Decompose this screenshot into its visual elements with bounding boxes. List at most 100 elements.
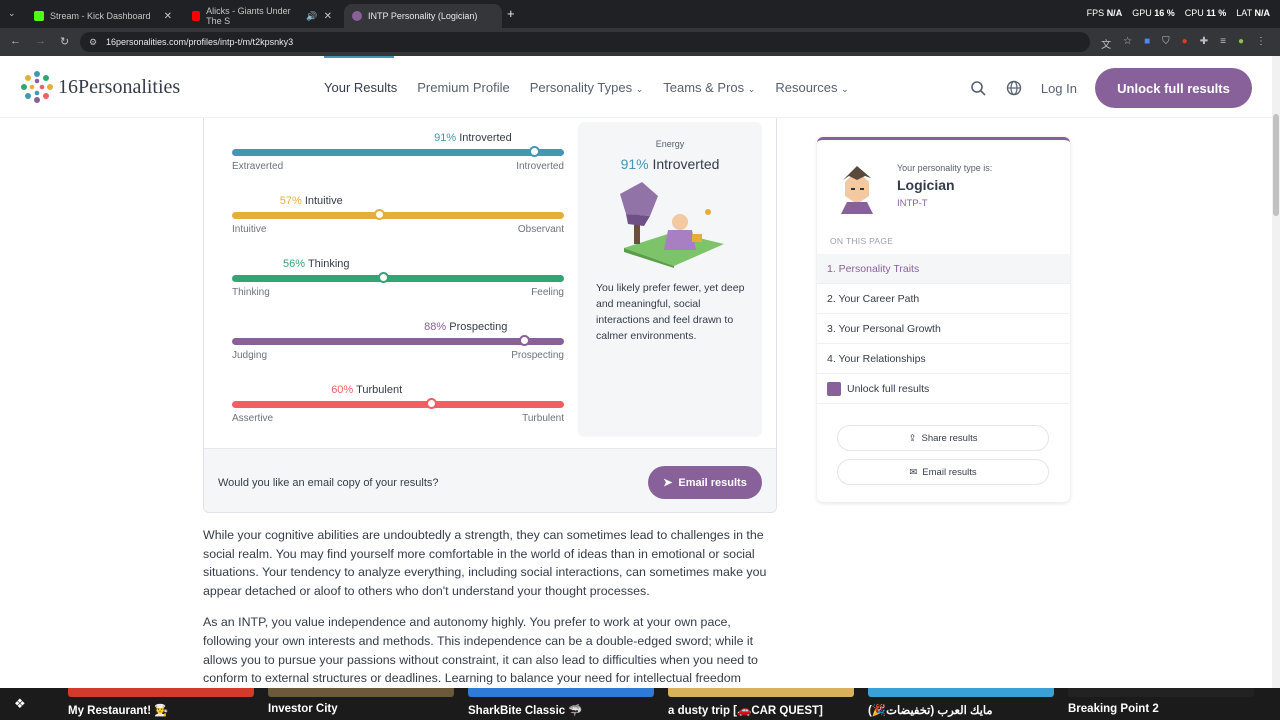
trait-heading: 91% Introverted bbox=[434, 132, 512, 144]
email-results-button[interactable]: ➤ Email results bbox=[648, 466, 762, 499]
taskbar-game[interactable]: Investor City bbox=[268, 688, 454, 720]
taskbar-game[interactable]: a dusty trip [🚗CAR QUEST] bbox=[668, 688, 854, 720]
trait-introverted: 91% Introverted Extraverted Introverted bbox=[232, 132, 564, 182]
toc-personality-traits[interactable]: 1. Personality Traits bbox=[817, 254, 1070, 284]
new-tab-button[interactable]: + bbox=[507, 6, 515, 21]
login-link[interactable]: Log In bbox=[1041, 81, 1077, 96]
taskbar-game[interactable]: مايك العرب (تخفيضات🎉) bbox=[868, 688, 1054, 720]
energy-result: 91% Introverted bbox=[620, 156, 720, 172]
article-paragraph: While your cognitive abilities are undou… bbox=[203, 528, 767, 598]
shield-icon[interactable]: ⛉ bbox=[1162, 36, 1170, 51]
taskbar-game[interactable]: SharkBite Classic 🦈 bbox=[468, 688, 654, 720]
trait-marker bbox=[425, 398, 437, 409]
nav-buttons: ← → ↻ bbox=[10, 35, 69, 48]
trait-left-label: Extraverted bbox=[232, 161, 284, 172]
trait-right-label: Prospecting bbox=[511, 350, 564, 361]
extension-icons: 文 ☆ ■ ⛉ ● ✚ ≡ ● ⋮ bbox=[1101, 36, 1266, 51]
close-tab-icon[interactable]: ✕ bbox=[164, 11, 172, 22]
browser-tab-kick[interactable]: Stream - Kick Dashboard ✕ bbox=[26, 4, 180, 28]
trait-right-label: Introverted bbox=[516, 161, 564, 172]
active-nav-indicator bbox=[324, 56, 394, 58]
game-title: My Restaurant! 🧑‍🍳 bbox=[68, 705, 169, 717]
profile-avatar-icon[interactable]: ● bbox=[1238, 36, 1244, 51]
trait-right-label: Observant bbox=[517, 224, 564, 235]
trait-heading: 60% Turbulent bbox=[331, 384, 403, 396]
chevron-down-icon: ⌄ bbox=[841, 84, 849, 94]
trait-left-label: Assertive bbox=[232, 413, 274, 424]
trait-bar bbox=[232, 149, 564, 156]
close-tab-icon[interactable]: ✕ bbox=[324, 11, 332, 22]
site-info-icon[interactable]: ⚙ bbox=[89, 37, 97, 48]
trait-marker bbox=[528, 146, 540, 157]
nav-your-results[interactable]: Your Results bbox=[324, 80, 397, 95]
main-nav: Your Results Premium Profile Personality… bbox=[324, 80, 849, 95]
back-icon[interactable]: ← bbox=[10, 35, 21, 48]
windows-icon[interactable]: ❖ bbox=[14, 696, 26, 712]
address-bar[interactable]: ⚙ 16personalities.com/profiles/intp-t/m/… bbox=[80, 32, 1090, 52]
logo-text: 16Personalities bbox=[58, 75, 181, 98]
email-question: Would you like an email copy of your res… bbox=[218, 477, 439, 489]
toc-personal-growth[interactable]: 3. Your Personal Growth bbox=[817, 314, 1070, 344]
results-sidebar: Your personality type is: Logician INTP-… bbox=[817, 137, 1070, 502]
nav-teams-pros[interactable]: Teams & Pros ⌄ bbox=[663, 80, 755, 95]
logician-avatar-icon bbox=[841, 166, 873, 214]
search-icon[interactable] bbox=[969, 79, 987, 97]
toc-career-path[interactable]: 2. Your Career Path bbox=[817, 284, 1070, 314]
taskbar-game[interactable]: Breaking Point 2 bbox=[1068, 688, 1254, 720]
playlist-icon[interactable]: ≡ bbox=[1220, 36, 1226, 51]
puzzle-icon[interactable]: ✚ bbox=[1200, 36, 1208, 51]
browser-tab-youtube[interactable]: Alicks - Giants Under The S 🔊 ✕ bbox=[184, 4, 340, 28]
share-results-button[interactable]: ⇪ Share results bbox=[837, 425, 1049, 451]
16personalities-logo-icon bbox=[21, 71, 53, 103]
translate-icon[interactable]: 文 bbox=[1101, 36, 1111, 51]
trait-left-label: Thinking bbox=[232, 287, 270, 298]
trait-intuitive: 57% Intuitive Intuitive Observant bbox=[232, 195, 564, 245]
extension-icon[interactable]: ■ bbox=[1144, 36, 1150, 51]
traits-card: 91% Introverted Extraverted Introverted 57%… bbox=[203, 118, 777, 513]
nav-personality-types[interactable]: Personality Types ⌄ bbox=[530, 80, 644, 95]
forward-icon[interactable]: → bbox=[35, 35, 46, 48]
nav-premium-profile[interactable]: Premium Profile bbox=[417, 80, 509, 95]
game-title: SharkBite Classic 🦈 bbox=[468, 705, 583, 717]
bookmark-star-icon[interactable]: ☆ bbox=[1123, 36, 1132, 51]
sidebar-email-results-button[interactable]: ✉ Email results bbox=[837, 459, 1049, 485]
trait-turbulent: 60% Turbulent Assertive Turbulent bbox=[232, 384, 564, 434]
speaker-icon[interactable]: 🔊 bbox=[306, 11, 317, 22]
game-thumbnail bbox=[1068, 688, 1254, 697]
game-thumbnail bbox=[868, 688, 1054, 697]
unlock-full-results-button[interactable]: Unlock full results bbox=[1095, 68, 1252, 108]
scrollbar-thumb[interactable] bbox=[1273, 114, 1279, 216]
header-actions: Log In Unlock full results bbox=[969, 68, 1252, 108]
browser-tab-16personalities[interactable]: INTP Personality (Logician) | 16 bbox=[344, 4, 502, 28]
mail-icon: ✉ bbox=[909, 466, 918, 478]
email-copy-row: Would you like an email copy of your res… bbox=[204, 448, 776, 512]
url-text: 16personalities.com/profiles/intp-t/m/t2… bbox=[106, 37, 294, 47]
nav-resources[interactable]: Resources ⌄ bbox=[775, 80, 848, 95]
game-thumbnail bbox=[668, 688, 854, 697]
reload-icon[interactable]: ↻ bbox=[60, 35, 69, 48]
taskbar: ❖ My Restaurant! 🧑‍🍳 Investor City SharkBi… bbox=[0, 688, 1280, 720]
adblock-icon[interactable]: ● bbox=[1182, 36, 1188, 51]
taskbar-game[interactable]: My Restaurant! 🧑‍🍳 bbox=[68, 688, 254, 720]
stat-lat: LAT N/A bbox=[1236, 8, 1270, 18]
site-header: 16Personalities Your Results Premium Pro… bbox=[0, 56, 1272, 118]
16p-favicon-icon bbox=[352, 11, 362, 21]
energy-panel: Energy 91% Introverted You likely prefer… bbox=[578, 122, 762, 437]
trait-right-label: Turbulent bbox=[522, 413, 564, 424]
page-scrollbar[interactable] bbox=[1272, 56, 1280, 688]
trait-right-label: Feeling bbox=[531, 287, 564, 298]
send-icon: ➤ bbox=[663, 477, 673, 489]
table-of-contents: 1. Personality Traits 2. Your Career Pat… bbox=[817, 254, 1070, 404]
trait-thinking: 56% Thinking Thinking Feeling bbox=[232, 258, 564, 308]
toc-unlock-full-results[interactable]: Unlock full results bbox=[817, 374, 1070, 404]
menu-icon[interactable]: ⋮ bbox=[1256, 36, 1266, 51]
tab-search-icon[interactable]: ⌄ bbox=[8, 8, 16, 19]
tab-title: Alicks - Giants Under The S bbox=[206, 6, 291, 26]
site-logo[interactable]: 16Personalities bbox=[20, 70, 180, 104]
stat-fps: FPS N/A bbox=[1086, 8, 1123, 18]
article-body: While your cognitive abilities are undou… bbox=[203, 526, 777, 701]
your-type-label: Your personality type is: bbox=[897, 163, 993, 173]
toc-relationships[interactable]: 4. Your Relationships bbox=[817, 344, 1070, 374]
trait-prospecting: 88% Prospecting Judging Prospecting bbox=[232, 321, 564, 371]
globe-icon[interactable] bbox=[1005, 79, 1023, 97]
